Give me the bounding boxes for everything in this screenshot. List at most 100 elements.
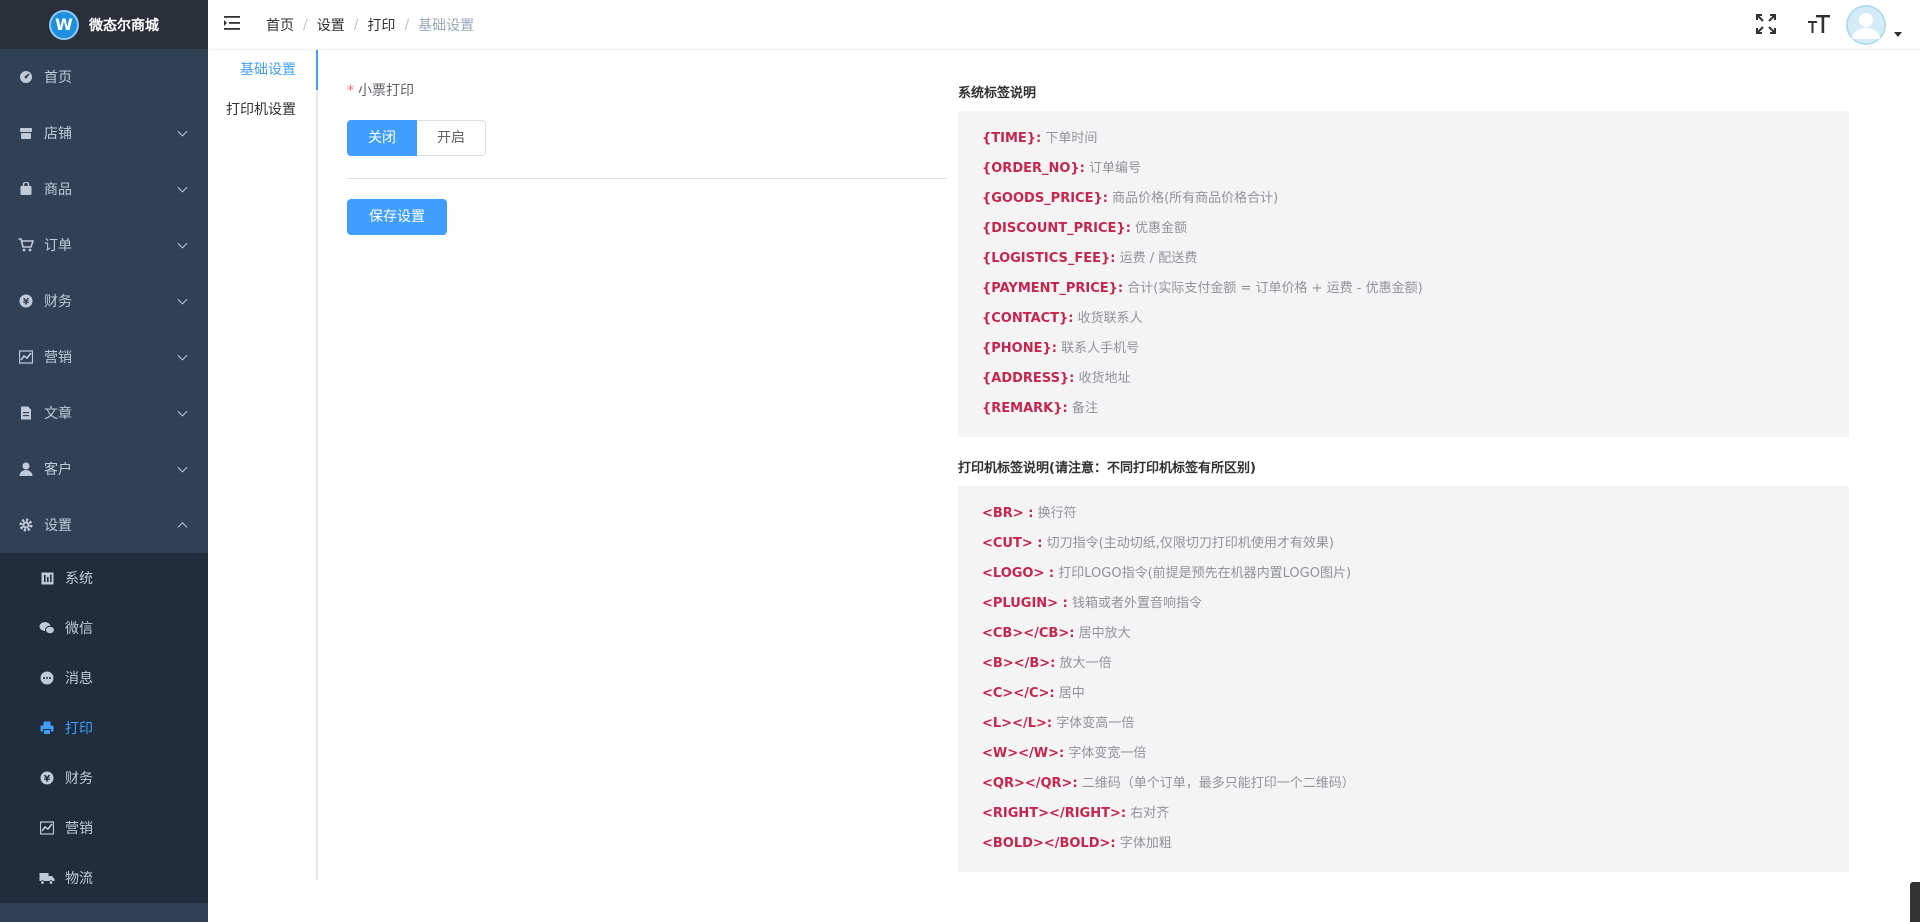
tag-description: 字体变高一倍 (1056, 716, 1135, 731)
font-size-icon[interactable] (1807, 12, 1831, 36)
tag-code: <QR></QR>: (982, 776, 1078, 791)
tab-basic-settings[interactable]: 基础设置 (208, 50, 316, 90)
chevron-down-icon (177, 294, 188, 305)
tag-code: {ADDRESS}: (982, 371, 1075, 386)
settings-submenu: 系统 微信 消息 打印 ¥ 财务 营销 物流 (0, 553, 208, 903)
sidebar-subitem-label: 物流 (65, 871, 93, 887)
sidebar-item-label: 财务 (44, 294, 72, 310)
chevron-down-icon (177, 462, 188, 473)
sidebar-item-label: 文章 (44, 406, 72, 422)
sidebar-item-orders[interactable]: 订单 (0, 217, 208, 273)
list-item: {PAYMENT_PRICE}: 合计(实际支付金额 = 订单价格 + 运费 -… (982, 274, 1825, 304)
tag-description: 切刀指令(主动切纸,仅限切刀打印机使用才有效果) (1046, 536, 1334, 551)
sidebar-item-store[interactable]: 店铺 (0, 105, 208, 161)
chart-icon (18, 349, 34, 365)
tag-description: 居中放大 (1078, 626, 1131, 641)
avatar[interactable] (1846, 5, 1886, 45)
sidebar-subitem-logistics[interactable]: 物流 (0, 853, 208, 903)
breadcrumb-item-home[interactable]: 首页 (266, 15, 294, 35)
tag-code: <CUT> : (982, 536, 1043, 551)
breadcrumb-separator: / (353, 17, 359, 33)
tab-printer-settings[interactable]: 打印机设置 (208, 90, 316, 130)
breadcrumb-item-print[interactable]: 打印 (367, 15, 395, 35)
sidebar-item-label: 营销 (44, 350, 72, 366)
tag-description: 字体加粗 (1119, 836, 1172, 851)
toggle-off-button[interactable]: 关闭 (347, 120, 417, 156)
tag-code: <CB></CB>: (982, 626, 1075, 641)
sidebar-item-marketing[interactable]: 营销 (0, 329, 208, 385)
list-item: {CONTACT}: 收货联系人 (982, 304, 1825, 334)
scrollbar-thumb[interactable] (1910, 882, 1920, 922)
user-icon (18, 461, 34, 477)
sidebar-subitem-print[interactable]: 打印 (0, 703, 208, 753)
system-tags-help: 系统标签说明 {TIME}: 下单时间 {ORDER_NO}: 订单编号 {GO… (958, 82, 1849, 437)
chevron-down-icon (177, 406, 188, 417)
tag-code: <C></C>: (982, 686, 1055, 701)
tag-description: 放大一倍 (1059, 656, 1112, 671)
sidebar-item-home[interactable]: 首页 (0, 49, 208, 105)
document-icon (18, 405, 34, 421)
tag-code: <BR> : (982, 506, 1034, 521)
sidebar-subitem-marketing[interactable]: 营销 (0, 803, 208, 853)
dashboard-icon (18, 69, 34, 85)
system-icon (39, 570, 55, 586)
yen-icon: ¥ (39, 770, 55, 786)
tag-description: 居中 (1058, 686, 1085, 701)
sidebar-item-finance[interactable]: ¥ 财务 (0, 273, 208, 329)
list-item: {REMARK}: 备注 (982, 394, 1825, 424)
brand-logo-icon: W (49, 9, 79, 40)
sidebar-subitem-label: 系统 (65, 571, 93, 587)
sidebar-subitem-label: 营销 (65, 821, 93, 837)
tag-code: {DISCOUNT_PRICE}: (982, 221, 1131, 236)
breadcrumb: 首页 / 设置 / 打印 / 基础设置 (266, 15, 474, 35)
tag-code: <B></B>: (982, 656, 1056, 671)
sidebar-subitem-label: 财务 (65, 771, 93, 787)
menu-toggle-icon[interactable] (224, 15, 242, 31)
svg-text:¥: ¥ (44, 775, 51, 785)
sidebar-subitem-finance[interactable]: ¥ 财务 (0, 753, 208, 803)
form-divider (347, 178, 947, 179)
sidebar-item-label: 店铺 (44, 126, 72, 142)
list-item: <CUT> : 切刀指令(主动切纸,仅限切刀打印机使用才有效果) (982, 529, 1825, 559)
list-item: {TIME}: 下单时间 (982, 124, 1825, 154)
fullscreen-icon[interactable] (1754, 12, 1778, 36)
printer-tags-help: 打印机标签说明(请注意：不同打印机标签有所区别) <BR> : 换行符 <CUT… (958, 457, 1849, 872)
tag-description: 优惠金额 (1135, 221, 1188, 236)
sidebar-subitem-message[interactable]: 消息 (0, 653, 208, 703)
sidebar-item-settings[interactable]: 设置 (0, 497, 208, 553)
toggle-on-button[interactable]: 开启 (417, 120, 486, 156)
basic-settings-form: * 小票打印 关闭 开启 保存设置 (347, 70, 947, 235)
chart-icon (39, 820, 55, 836)
tag-description: 收货地址 (1078, 371, 1131, 386)
list-item: <CB></CB>: 居中放大 (982, 619, 1825, 649)
top-navbar: 首页 / 设置 / 打印 / 基础设置 (208, 0, 1920, 50)
wechat-icon (39, 620, 55, 636)
save-button[interactable]: 保存设置 (347, 199, 447, 235)
sidebar-item-customers[interactable]: 客户 (0, 441, 208, 497)
app-logo[interactable]: W 微态尔商城 (0, 0, 208, 49)
tag-code: {REMARK}: (982, 401, 1068, 416)
tag-code: {GOODS_PRICE}: (982, 191, 1108, 206)
printer-icon (39, 720, 55, 736)
tag-description: 二维码（单个订单，最多只能打印一个二维码） (1081, 776, 1355, 791)
tag-description: 字体变宽一倍 (1068, 746, 1147, 761)
sidebar-subitem-wechat[interactable]: 微信 (0, 603, 208, 653)
list-item: {ADDRESS}: 收货地址 (982, 364, 1825, 394)
bag-icon (18, 181, 34, 197)
sidebar-item-articles[interactable]: 文章 (0, 385, 208, 441)
breadcrumb-separator: / (404, 17, 410, 33)
list-item: {LOGISTICS_FEE}: 运费 / 配送费 (982, 244, 1825, 274)
gear-icon (18, 517, 34, 533)
tab-active-indicator (316, 50, 318, 90)
list-item: <C></C>: 居中 (982, 679, 1825, 709)
sidebar-item-goods[interactable]: 商品 (0, 161, 208, 217)
tag-description: 钱箱或者外置音响指令 (1071, 596, 1202, 611)
chevron-down-icon (177, 350, 188, 361)
tag-code: {TIME}: (982, 131, 1042, 146)
printer-tags-box: <BR> : 换行符 <CUT> : 切刀指令(主动切纸,仅限切刀打印机使用才有… (958, 486, 1849, 872)
tag-code: <BOLD></BOLD>: (982, 836, 1116, 851)
breadcrumb-item-settings[interactable]: 设置 (317, 15, 345, 35)
sidebar-subitem-system[interactable]: 系统 (0, 553, 208, 603)
list-item: <BOLD></BOLD>: 字体加粗 (982, 829, 1825, 859)
caret-down-icon[interactable] (1894, 32, 1902, 37)
